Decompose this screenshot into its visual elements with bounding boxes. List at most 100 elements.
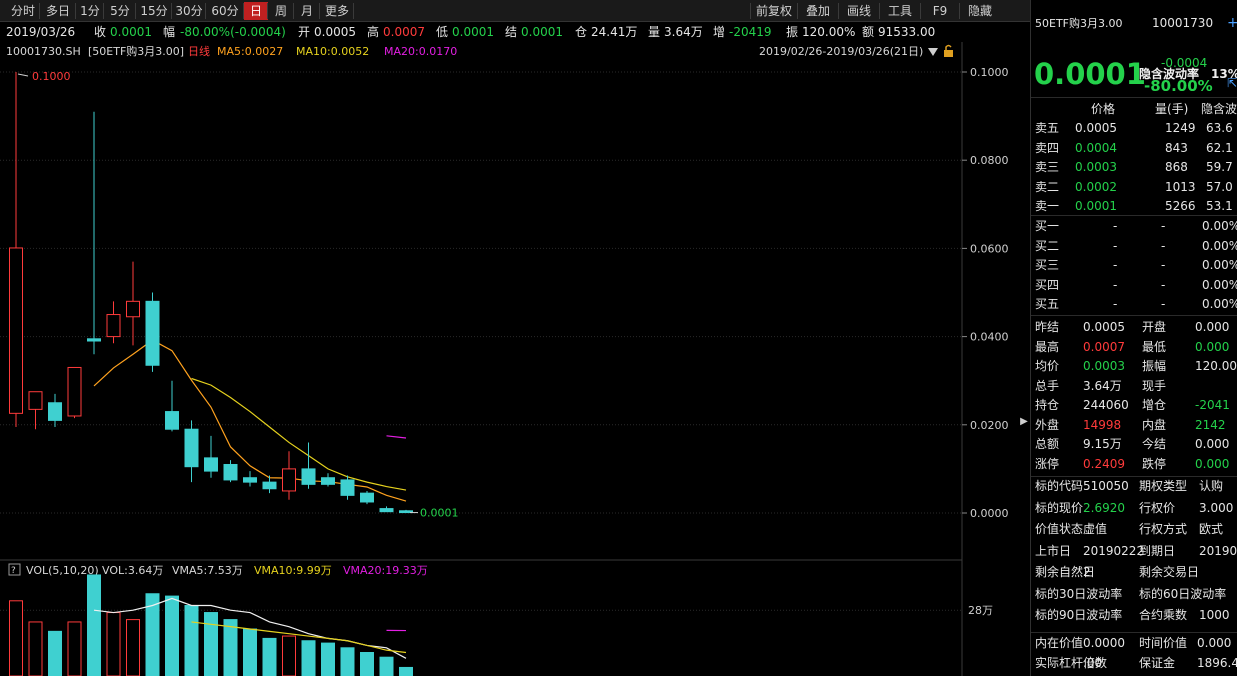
add-icon[interactable]: + [1227,14,1237,34]
stat-value: 14998 [1083,417,1122,432]
stat-value: 120.00% [1195,359,1237,373]
stat-row: 总手 3.64万 现手 [1031,377,1237,397]
tool-button-3[interactable]: 工具 [880,2,920,20]
price-tick-label: 0.0800 [970,154,1009,167]
bid-row: 买四 - - 0.00% [1031,276,1237,296]
period-tab-6[interactable]: 60分 [206,2,244,20]
bid-qty: - [1161,297,1166,311]
detail-row: 上市日 20190222到期日 201903 [1031,542,1237,562]
panel-change-pct: -80.00% [1144,77,1213,95]
period-tab-5[interactable]: 30分 [172,2,206,20]
stat-row: 持仓 244060 增仓 -2041 [1031,396,1237,416]
detail-value: 认购 [1199,479,1224,493]
info-position: 24.41万 [591,25,638,39]
stat-label: 最高 [1035,339,1060,354]
vma5-value: VMA5:7.53万 [172,564,243,577]
volume-bar [48,630,62,676]
tool-button-2[interactable]: 画线 [839,2,879,20]
bid-iv: 0.00% [1202,219,1237,233]
chart-period: 日线 [188,44,210,58]
tool-button-1[interactable]: 叠加 [798,2,838,20]
detail-row: 标的30日波动率 标的60日波动率 [1031,585,1237,605]
period-tab-3[interactable]: 5分 [104,2,136,20]
volume-bar [360,652,374,676]
bottom-value: 1896.4 [1197,656,1237,670]
ask-qty: 843 [1165,140,1188,155]
ask-price: 0.0001 [1075,199,1117,213]
ask-qty: 1249 [1165,121,1196,135]
stat-value: 0.0003 [1083,359,1125,373]
ask-price: 0.0004 [1075,140,1117,155]
info-amplitude: 120.00% [802,25,856,39]
vol-tick-label: 28万 [968,604,993,617]
info-close: 0.0001 [110,25,152,39]
volume-bar [204,612,218,676]
bid-label: 买二 [1035,238,1060,253]
period-tab-4[interactable]: 15分 [136,2,172,20]
bid-row: 买一 - - 0.00% [1031,217,1237,237]
detail-label: 标的代码 [1035,479,1084,493]
detail-value: 510050 [1083,479,1129,493]
kline-chart-area[interactable]: 10001730.SH [50ETF购3月3.00] 日线 MA5:0.0027… [0,42,1018,676]
bid-row: 买五 - - 0.00% [1031,295,1237,315]
period-tab-0[interactable]: 分时 [6,2,40,20]
tool-button-0[interactable]: 前复权 [751,2,797,20]
ask-qty: 1013 [1165,179,1196,194]
stat-value: 0.0007 [1083,339,1125,354]
stat-label: 最低 [1142,339,1167,354]
ask-row: 卖四 0.0004 843 62.1 [1031,139,1237,159]
bid-label: 买三 [1035,258,1060,272]
period-tab-1[interactable]: 多日 [40,2,76,20]
chart-symbol: 10001730.SH [6,45,81,58]
detail-row: 标的现价 2.6920 行权价 3.000 [1031,499,1237,519]
volume-bar [9,600,23,676]
detail-label: 标的90日波动率 [1035,608,1123,622]
period-tab-10[interactable]: 更多 [320,2,354,20]
bottom-row: 实际杠杆倍数 .00 保证金 1896.4 [1031,654,1237,674]
volume-bar [321,642,335,676]
period-tab-7[interactable]: 日 [244,2,268,20]
info-position-label: 仓 [575,25,588,39]
ask-label: 卖五 [1035,121,1060,135]
detail-label: 标的30日波动率 [1035,586,1123,601]
bottom-row: 内在价值 0.0000 时间价值 0.000 [1031,634,1237,654]
panel-price: 0.0001 [1034,57,1146,91]
volume-bar [282,635,296,676]
vma20-value: VMA20:19.33万 [343,564,428,577]
period-tab-9[interactable]: 月 [294,2,320,20]
expand-icon[interactable]: ⇱ [1227,76,1237,90]
period-tab-8[interactable]: 周 [268,2,294,20]
panel-name: 50ETF购3月3.00 [1035,17,1123,30]
info-increase-label: 增 [713,25,726,39]
detail-label: 价值状态 [1035,522,1084,536]
stat-value: 0.000 [1195,339,1230,354]
info-settle: 0.0001 [521,25,563,39]
panel-collapse-arrow[interactable]: ▶ [1018,415,1030,429]
ask-label: 卖一 [1035,199,1060,213]
period-toolbar: 分时 多日 1分 5分 15分 30分 60分日周月更多 前复权 叠加 画线 工具 F9 隐藏 [0,0,1030,22]
detail-row: 价值状态 虚值 行权方式 欧式 [1031,520,1237,540]
candle [360,490,374,505]
price-tick-label: 0.0200 [970,419,1009,432]
detail-value: 2.6920 [1083,500,1125,515]
volume-bar [126,619,140,676]
stat-value: 9.15万 [1083,437,1122,451]
info-date: 2019/03/26 [6,25,76,39]
stat-label: 今结 [1142,437,1167,451]
stat-value: -2041 [1195,398,1230,412]
detail-label: 行权价 [1139,500,1176,515]
info-amplitude-label: 振 [786,25,799,39]
tool-button-5[interactable]: 隐藏 [960,2,1000,20]
detail-label: 期权类型 [1139,479,1188,493]
stat-value: 244060 [1083,398,1129,412]
price-tick-label: 0.0400 [970,331,1009,344]
tool-button-4[interactable]: F9 [921,2,959,20]
period-tab-2[interactable]: 1分 [76,2,104,20]
detail-value: 1000 [1199,608,1230,622]
bottom-value: .00 [1083,656,1103,670]
bid-qty: - [1161,277,1166,292]
price-tick-label: 0.0000 [970,507,1009,520]
volume-bar [301,640,316,676]
volume-bar [223,619,238,676]
kline-chart[interactable]: 10001730.SH [50ETF购3月3.00] 日线 MA5:0.0027… [0,42,1018,676]
